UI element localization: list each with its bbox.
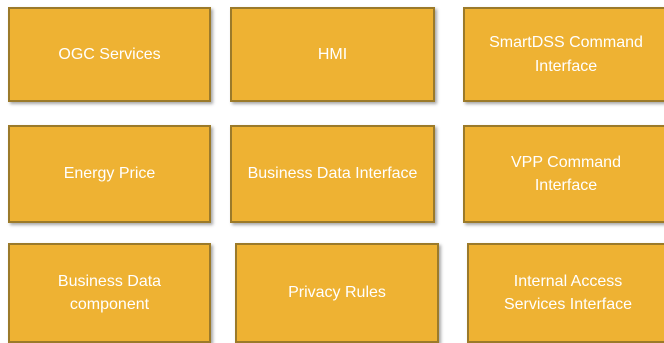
- business-data-interface-box: Business Data Interface: [230, 125, 435, 223]
- ogc-services-box: OGC Services: [8, 7, 211, 102]
- business-data-component-box: Business Data component: [8, 243, 211, 343]
- hmi-box: HMI: [230, 7, 435, 102]
- privacy-rules-box: Privacy Rules: [235, 243, 439, 343]
- smartdss-command-interface-box: SmartDSS Command Interface: [463, 7, 664, 102]
- internal-access-services-interface-box: Internal Access Services Interface: [467, 243, 664, 343]
- energy-price-box: Energy Price: [8, 125, 211, 223]
- vpp-command-interface-box: VPP Command Interface: [463, 125, 664, 223]
